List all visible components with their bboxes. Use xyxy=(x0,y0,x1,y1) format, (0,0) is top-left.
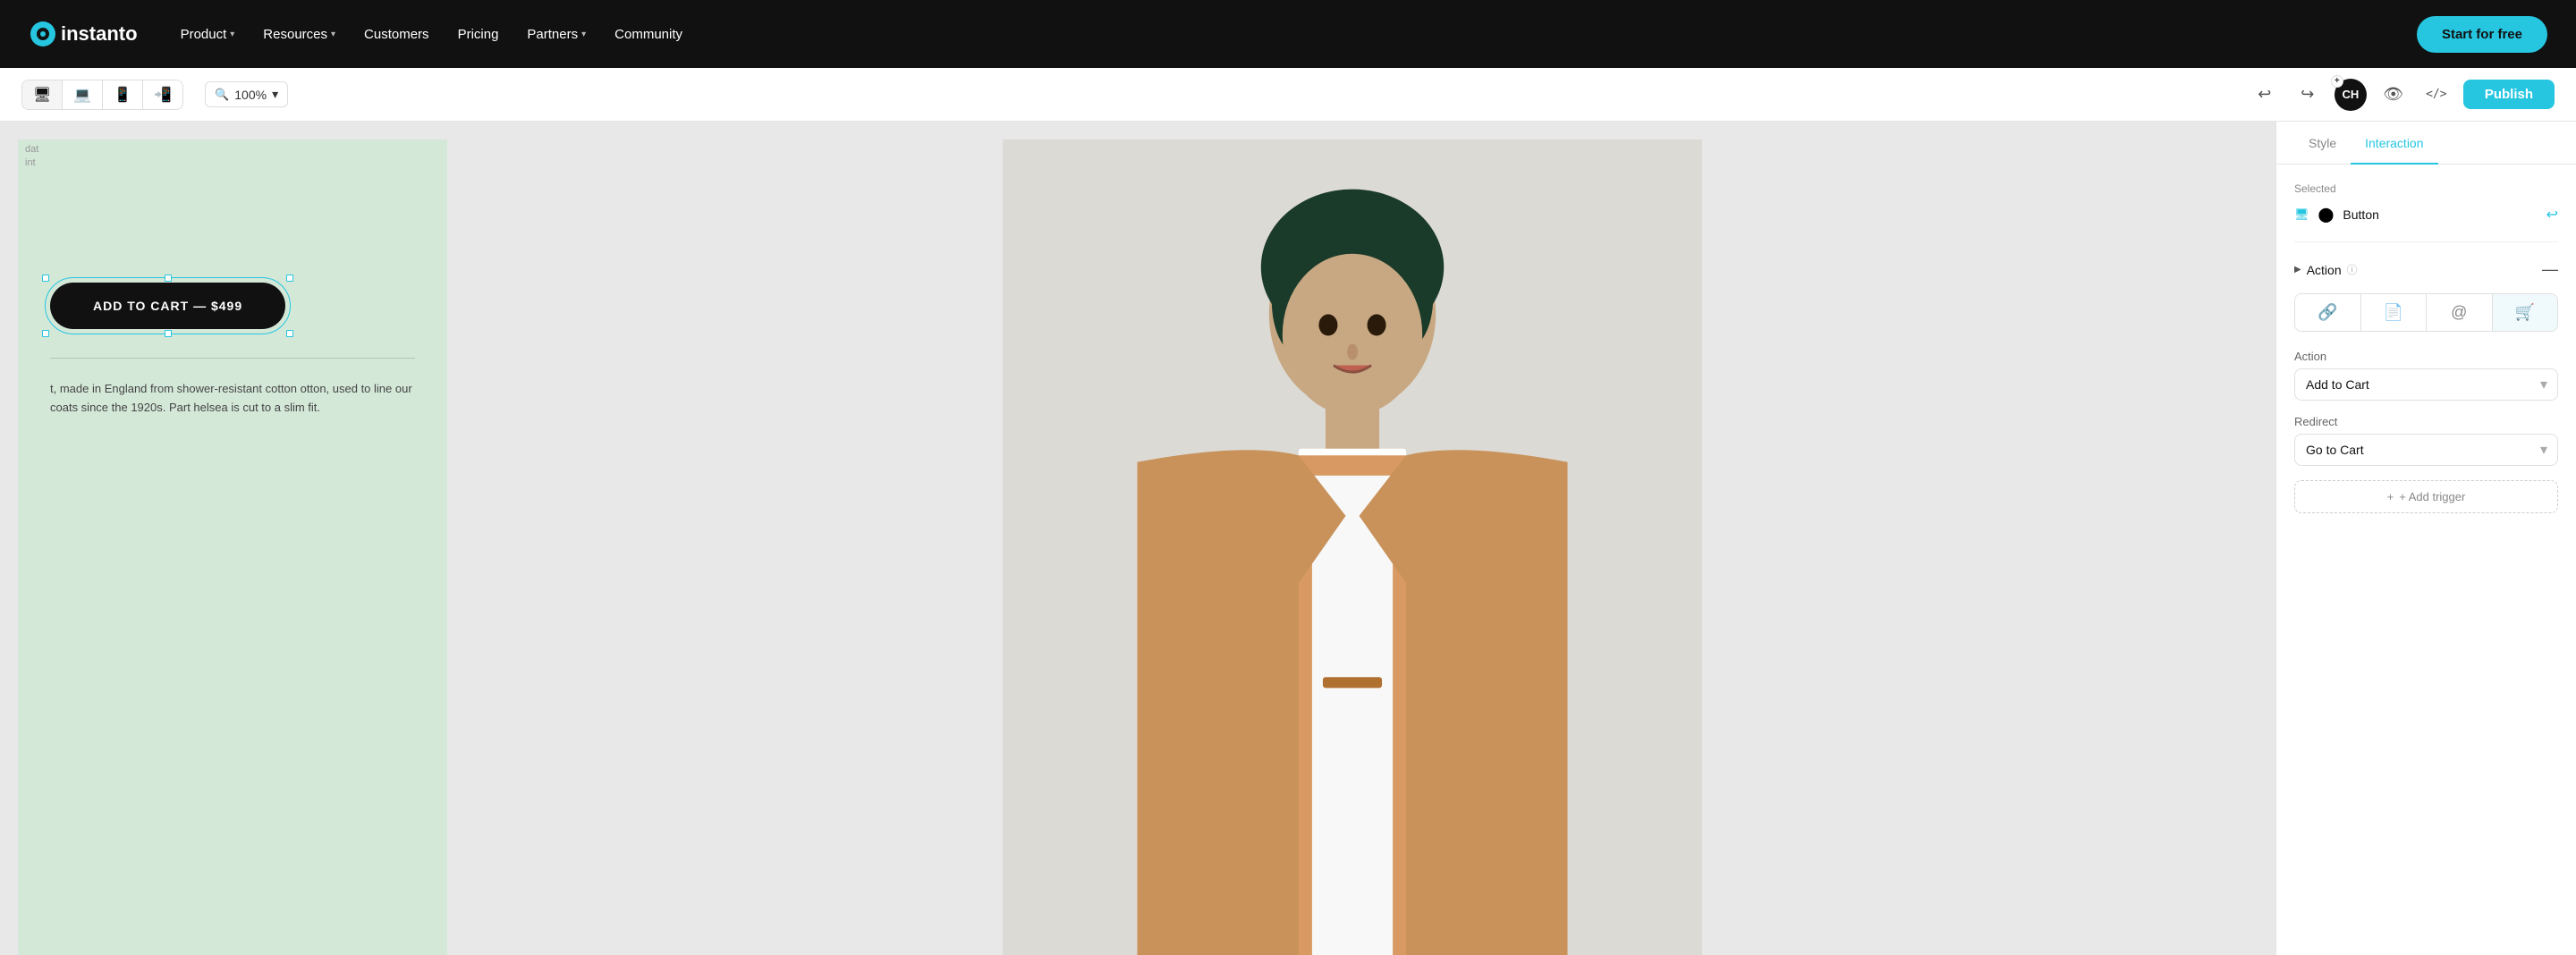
nav-item-customers[interactable]: Customers xyxy=(364,27,429,42)
triangle-icon: ▶ xyxy=(2294,265,2301,275)
action-type-scroll-button[interactable]: 📄 xyxy=(2361,294,2428,331)
avatar[interactable]: + CH xyxy=(2334,79,2367,111)
tab-style[interactable]: Style xyxy=(2294,122,2351,165)
action-title: ▶ Action ⓘ xyxy=(2294,262,2358,277)
main-area: dat int ADD TO CART — $499 xyxy=(0,122,2576,955)
toolbar-right: ↩ ↪ + CH 👁 </> Publish xyxy=(2249,79,2555,111)
action-type-buttons: 🔗 📄 @ 🛒 xyxy=(2294,293,2558,332)
nav-item-pricing[interactable]: Pricing xyxy=(458,27,499,42)
nav-item-product[interactable]: Product ▾ xyxy=(181,27,235,42)
laptop-device-button[interactable]: 💻 xyxy=(63,80,103,109)
panel-body: Selected 🖥 ⬤ Button ↩ ▶ Action ⓘ — 🔗 📄 @ xyxy=(2276,165,2576,955)
code-button[interactable]: </> xyxy=(2420,79,2453,111)
chevron-down-icon: ▾ xyxy=(331,30,335,39)
product-divider xyxy=(50,358,415,359)
canvas-area: dat int ADD TO CART — $499 xyxy=(0,122,2275,955)
plus-icon: + xyxy=(2331,75,2343,88)
panel-tabs: Style Interaction xyxy=(2276,122,2576,165)
action-section-title: Action xyxy=(2307,263,2342,277)
collapse-button[interactable]: — xyxy=(2542,260,2558,279)
chevron-down-icon: ▾ xyxy=(581,30,586,39)
desktop-device-button[interactable]: 🖥 xyxy=(22,80,63,109)
back-arrow-icon[interactable]: ↩ xyxy=(2546,206,2558,224)
model-image xyxy=(447,139,2258,955)
selected-label: Selected xyxy=(2294,182,2558,195)
add-trigger-label: + Add trigger xyxy=(2399,490,2465,503)
product-description: t, made in England from shower-resistant… xyxy=(50,380,415,418)
canvas-bg-text: dat int xyxy=(25,143,38,171)
side-panel: Style Interaction Selected 🖥 ⬤ Button ↩ … xyxy=(2275,122,2576,955)
selection-handle-tm[interactable] xyxy=(165,275,172,282)
plus-icon: + xyxy=(2387,490,2394,503)
device-switcher: 🖥 💻 📱 📲 xyxy=(21,80,183,110)
logo-text: instanto xyxy=(61,22,138,46)
undo-button[interactable]: ↩ xyxy=(2249,79,2281,111)
zoom-control[interactable]: 🔍 100% ▾ xyxy=(205,81,288,107)
logo-icon xyxy=(29,20,57,48)
publish-button[interactable]: Publish xyxy=(2463,80,2555,109)
action-select[interactable]: Add to Cart Remove from Cart Update Cart xyxy=(2294,368,2558,401)
action-header: ▶ Action ⓘ — xyxy=(2294,260,2558,279)
nav-item-partners[interactable]: Partners ▾ xyxy=(527,27,586,42)
redo-button[interactable]: ↪ xyxy=(2292,79,2324,111)
product-image xyxy=(447,139,2258,955)
selection-handle-bl[interactable] xyxy=(42,330,49,337)
chevron-down-icon: ▾ xyxy=(230,30,234,39)
action-select-wrapper: Add to Cart Remove from Cart Update Cart xyxy=(2294,368,2558,401)
pill-icon: ⬤ xyxy=(2318,206,2334,224)
info-icon: ⓘ xyxy=(2347,262,2358,277)
add-to-cart-button[interactable]: ADD TO CART — $499 xyxy=(50,283,285,329)
avatar-initials: CH xyxy=(2342,88,2359,101)
action-field: Action Add to Cart Remove from Cart Upda… xyxy=(2294,350,2558,401)
redirect-field: Redirect Go to Cart Stay on Page Go to C… xyxy=(2294,415,2558,466)
tab-interaction[interactable]: Interaction xyxy=(2351,122,2437,165)
button-wrapper: ADD TO CART — $499 xyxy=(50,283,285,329)
preview-button[interactable]: 👁 xyxy=(2377,79,2410,111)
chevron-down-icon: ▾ xyxy=(272,87,278,102)
tablet-device-button[interactable]: 📱 xyxy=(103,80,143,109)
product-left-panel: dat int ADD TO CART — $499 xyxy=(18,139,447,955)
zoom-value: 100% xyxy=(234,88,267,102)
monitor-icon: 🖥 xyxy=(2294,207,2309,222)
selected-element: 🖥 ⬤ Button ↩ xyxy=(2294,206,2558,242)
action-type-cart-button[interactable]: 🛒 xyxy=(2493,294,2558,331)
navbar: instanto Product ▾ Resources ▾ Customers… xyxy=(0,0,2576,68)
add-trigger-button[interactable]: + + Add trigger xyxy=(2294,480,2558,513)
selection-handle-tl[interactable] xyxy=(42,275,49,282)
element-name: Button xyxy=(2343,207,2537,222)
canvas-content: dat int ADD TO CART — $499 xyxy=(18,139,2258,955)
selection-handle-br[interactable] xyxy=(286,330,293,337)
search-icon: 🔍 xyxy=(215,88,229,102)
start-for-free-button[interactable]: Start for free xyxy=(2417,16,2547,53)
redirect-select-wrapper: Go to Cart Stay on Page Go to Checkout xyxy=(2294,434,2558,466)
redirect-field-label: Redirect xyxy=(2294,415,2558,428)
action-field-label: Action xyxy=(2294,350,2558,363)
selection-handle-bm[interactable] xyxy=(165,330,172,337)
logo[interactable]: instanto xyxy=(29,20,138,48)
mobile-device-button[interactable]: 📲 xyxy=(143,80,182,109)
action-type-link-button[interactable]: 🔗 xyxy=(2295,294,2361,331)
redirect-select[interactable]: Go to Cart Stay on Page Go to Checkout xyxy=(2294,434,2558,466)
action-type-email-button[interactable]: @ xyxy=(2427,294,2493,331)
nav-items: Product ▾ Resources ▾ Customers Pricing … xyxy=(181,27,2417,42)
selection-handle-tr[interactable] xyxy=(286,275,293,282)
nav-item-resources[interactable]: Resources ▾ xyxy=(263,27,335,42)
selection-box: ADD TO CART — $499 xyxy=(50,283,285,329)
nav-item-community[interactable]: Community xyxy=(614,27,682,42)
toolbar: 🖥 💻 📱 📲 🔍 100% ▾ ↩ ↪ + CH 👁 </> Publish xyxy=(0,68,2576,122)
